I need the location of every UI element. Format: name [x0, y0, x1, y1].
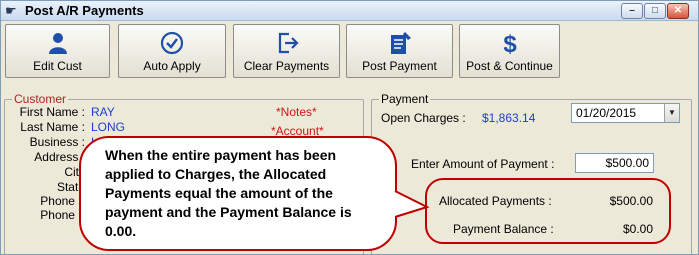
post-ar-payments-window: ☛ Post A/R Payments – □ ✕ Edit Cust Auto… — [0, 0, 699, 255]
callout-text: When the entire payment has been applied… — [105, 147, 352, 239]
